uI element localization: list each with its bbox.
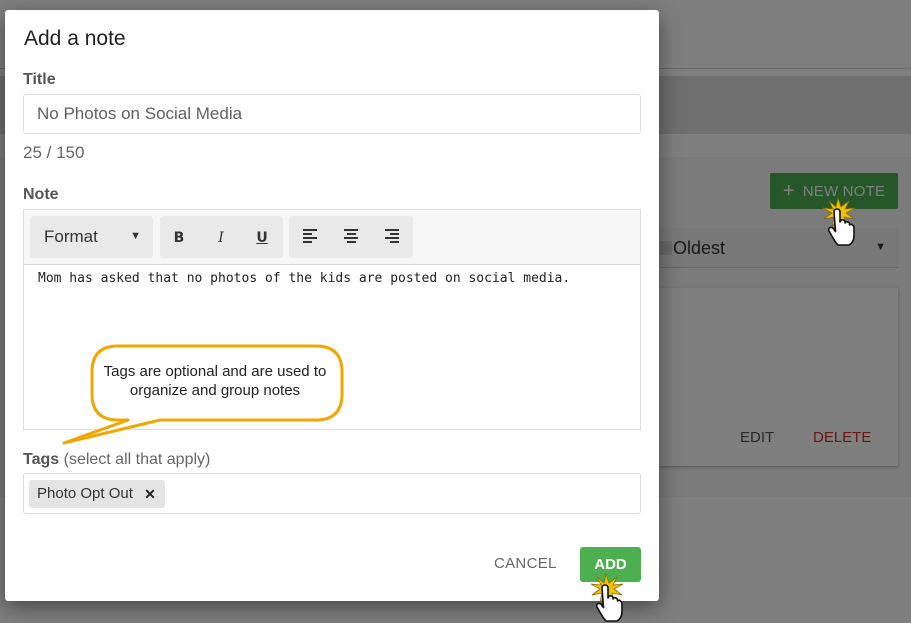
- callout-bubble: [62, 344, 344, 445]
- hand-pointer-icon: [590, 572, 624, 622]
- callout-text: Tags are optional and are used to organi…: [103, 363, 327, 399]
- hand-pointer-icon: [822, 196, 856, 246]
